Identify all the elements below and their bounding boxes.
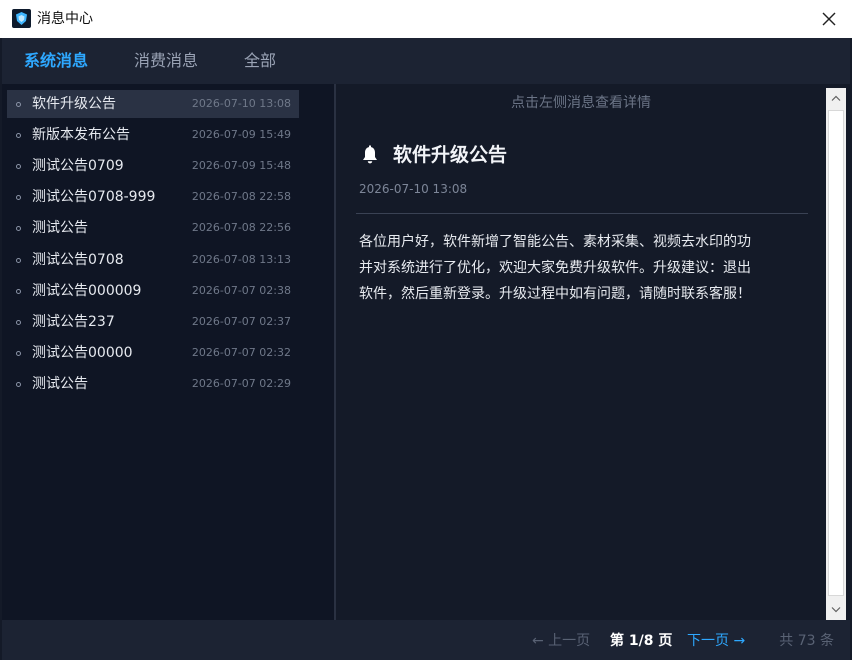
tab-bar: 系统消息 消费消息 全部	[2, 38, 850, 84]
message-title: 新版本发布公告	[32, 127, 130, 143]
detail-scrollbar[interactable]	[826, 88, 846, 620]
detail-title: 软件升级公告	[393, 144, 508, 166]
detail-hint: 点击左侧消息查看详情	[511, 95, 651, 111]
message-title: 测试公告	[32, 376, 88, 392]
close-button[interactable]	[816, 6, 842, 32]
chevron-up-icon	[831, 95, 841, 101]
detail-divider	[356, 213, 808, 214]
message-date: 2026-07-10 13:08	[191, 97, 291, 110]
bullet-icon	[16, 102, 21, 107]
bullet-icon	[16, 320, 21, 325]
bullet-icon	[16, 133, 21, 138]
close-icon	[822, 12, 836, 26]
detail-body-line: 各位用户好，软件新增了智能公告、素材采集、视频去水印的功	[359, 234, 751, 250]
window-title: 消息中心	[37, 11, 93, 27]
total-count-label: 共 73 条	[779, 633, 834, 649]
detail-body-line: 并对系统进行了优化，欢迎大家免费升级软件。升级建议：退出	[359, 260, 751, 276]
message-date: 2026-07-07 02:32	[191, 346, 291, 359]
message-date: 2026-07-09 15:49	[191, 128, 291, 141]
message-date: 2026-07-08 22:58	[191, 190, 291, 203]
message-title: 测试公告000009	[32, 283, 142, 299]
message-title: 测试公告0708-999	[32, 189, 156, 205]
message-date: 2026-07-08 13:13	[191, 253, 291, 266]
list-item[interactable]: 软件升级公告 2026-07-10 13:08	[7, 90, 299, 118]
bullet-icon	[16, 226, 21, 231]
prev-page-button[interactable]: ← 上一页	[532, 620, 590, 660]
title-bar: 消息中心	[0, 0, 852, 38]
list-item[interactable]: 测试公告 2026-07-07 02:29	[7, 370, 299, 398]
message-title: 测试公告0708	[32, 252, 124, 268]
message-title: 测试公告00000	[32, 345, 133, 361]
list-item[interactable]: 测试公告237 2026-07-07 02:37	[7, 308, 299, 336]
message-title: 测试公告237	[32, 314, 115, 330]
scroll-thumb[interactable]	[828, 110, 844, 596]
message-date: 2026-07-07 02:38	[191, 284, 291, 297]
list-item[interactable]: 测试公告0709 2026-07-09 15:48	[7, 152, 299, 180]
scroll-up-button[interactable]	[826, 88, 846, 108]
list-item[interactable]: 测试公告00000 2026-07-07 02:32	[7, 339, 299, 367]
tab-system-messages[interactable]: 系统消息	[24, 38, 88, 84]
bullet-icon	[16, 164, 21, 169]
detail-body-line: 软件，然后重新登录。升级过程中如有问题，请随时联系客服！	[359, 286, 751, 302]
message-title: 测试公告	[32, 220, 88, 236]
message-title: 测试公告0709	[32, 158, 124, 174]
list-item[interactable]: 新版本发布公告 2026-07-09 15:49	[7, 121, 299, 149]
message-list: 软件升级公告 2026-07-10 13:08 新版本发布公告 2026-07-…	[2, 84, 334, 620]
list-item[interactable]: 测试公告 2026-07-08 22:56	[7, 214, 299, 242]
scroll-down-button[interactable]	[826, 600, 846, 620]
bullet-icon	[16, 258, 21, 263]
bullet-icon	[16, 382, 21, 387]
message-title: 软件升级公告	[32, 96, 116, 112]
bullet-icon	[16, 195, 21, 200]
message-detail: 点击左侧消息查看详情 软件升级公告 2026-07-10 13:08 各位用户好…	[336, 84, 826, 620]
tab-consumption-messages[interactable]: 消费消息	[134, 38, 198, 84]
bullet-icon	[16, 351, 21, 356]
message-date: 2026-07-07 02:37	[191, 315, 291, 328]
bell-icon	[363, 145, 377, 164]
message-date: 2026-07-08 22:56	[191, 221, 291, 234]
list-item[interactable]: 测试公告0708-999 2026-07-08 22:58	[7, 183, 299, 211]
next-page-button[interactable]: 下一页 →	[687, 620, 745, 660]
current-page-label: 第 1/8 页	[610, 633, 673, 649]
pagination-bar: ← 上一页 第 1/8 页 下一页 → 共 73 条	[2, 620, 850, 660]
message-date: 2026-07-07 02:29	[191, 377, 291, 390]
list-item[interactable]: 测试公告0708 2026-07-08 13:13	[7, 246, 299, 274]
chevron-down-icon	[831, 607, 841, 613]
detail-date: 2026-07-10 13:08	[359, 182, 468, 196]
tab-all[interactable]: 全部	[244, 38, 276, 84]
app-logo-icon	[12, 9, 31, 28]
message-date: 2026-07-09 15:48	[191, 159, 291, 172]
list-item[interactable]: 测试公告000009 2026-07-07 02:38	[7, 277, 299, 305]
message-center-window: 消息中心 系统消息 消费消息 全部 软件升级公告 2026-07-10 13:0…	[0, 0, 852, 660]
bullet-icon	[16, 289, 21, 294]
detail-body: 各位用户好，软件新增了智能公告、素材采集、视频去水印的功 并对系统进行了优化，欢…	[359, 229, 819, 307]
